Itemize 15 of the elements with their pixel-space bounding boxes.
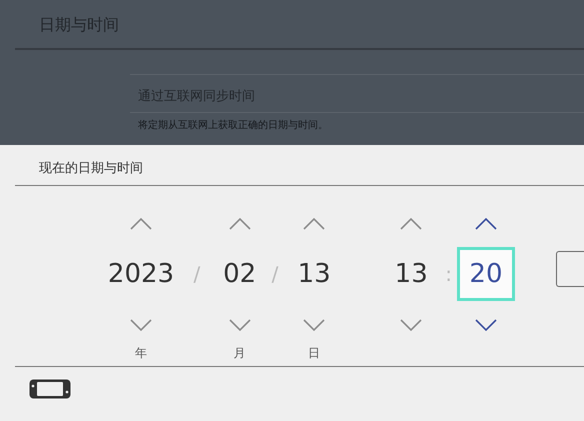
spin-value[interactable]: 13 xyxy=(382,247,440,301)
setting-description: 将定期从互联网上获取正确的日期与时间。 xyxy=(137,118,329,132)
field-label: 日 xyxy=(308,345,320,362)
field-label: 年 xyxy=(135,345,147,362)
spin-value[interactable]: 13 xyxy=(285,247,344,301)
button-edge[interactable] xyxy=(556,251,584,287)
field-label: 月 xyxy=(234,345,246,362)
console-icon xyxy=(29,379,71,399)
spin-value[interactable]: 2023 xyxy=(98,247,184,301)
separator: / xyxy=(192,261,202,288)
separator: : xyxy=(444,261,453,288)
sheet-title: 现在的日期与时间 xyxy=(38,160,144,178)
separator: / xyxy=(270,261,280,288)
spin-value[interactable]: 20 xyxy=(456,247,515,301)
spin-value[interactable]: 02 xyxy=(210,247,269,301)
